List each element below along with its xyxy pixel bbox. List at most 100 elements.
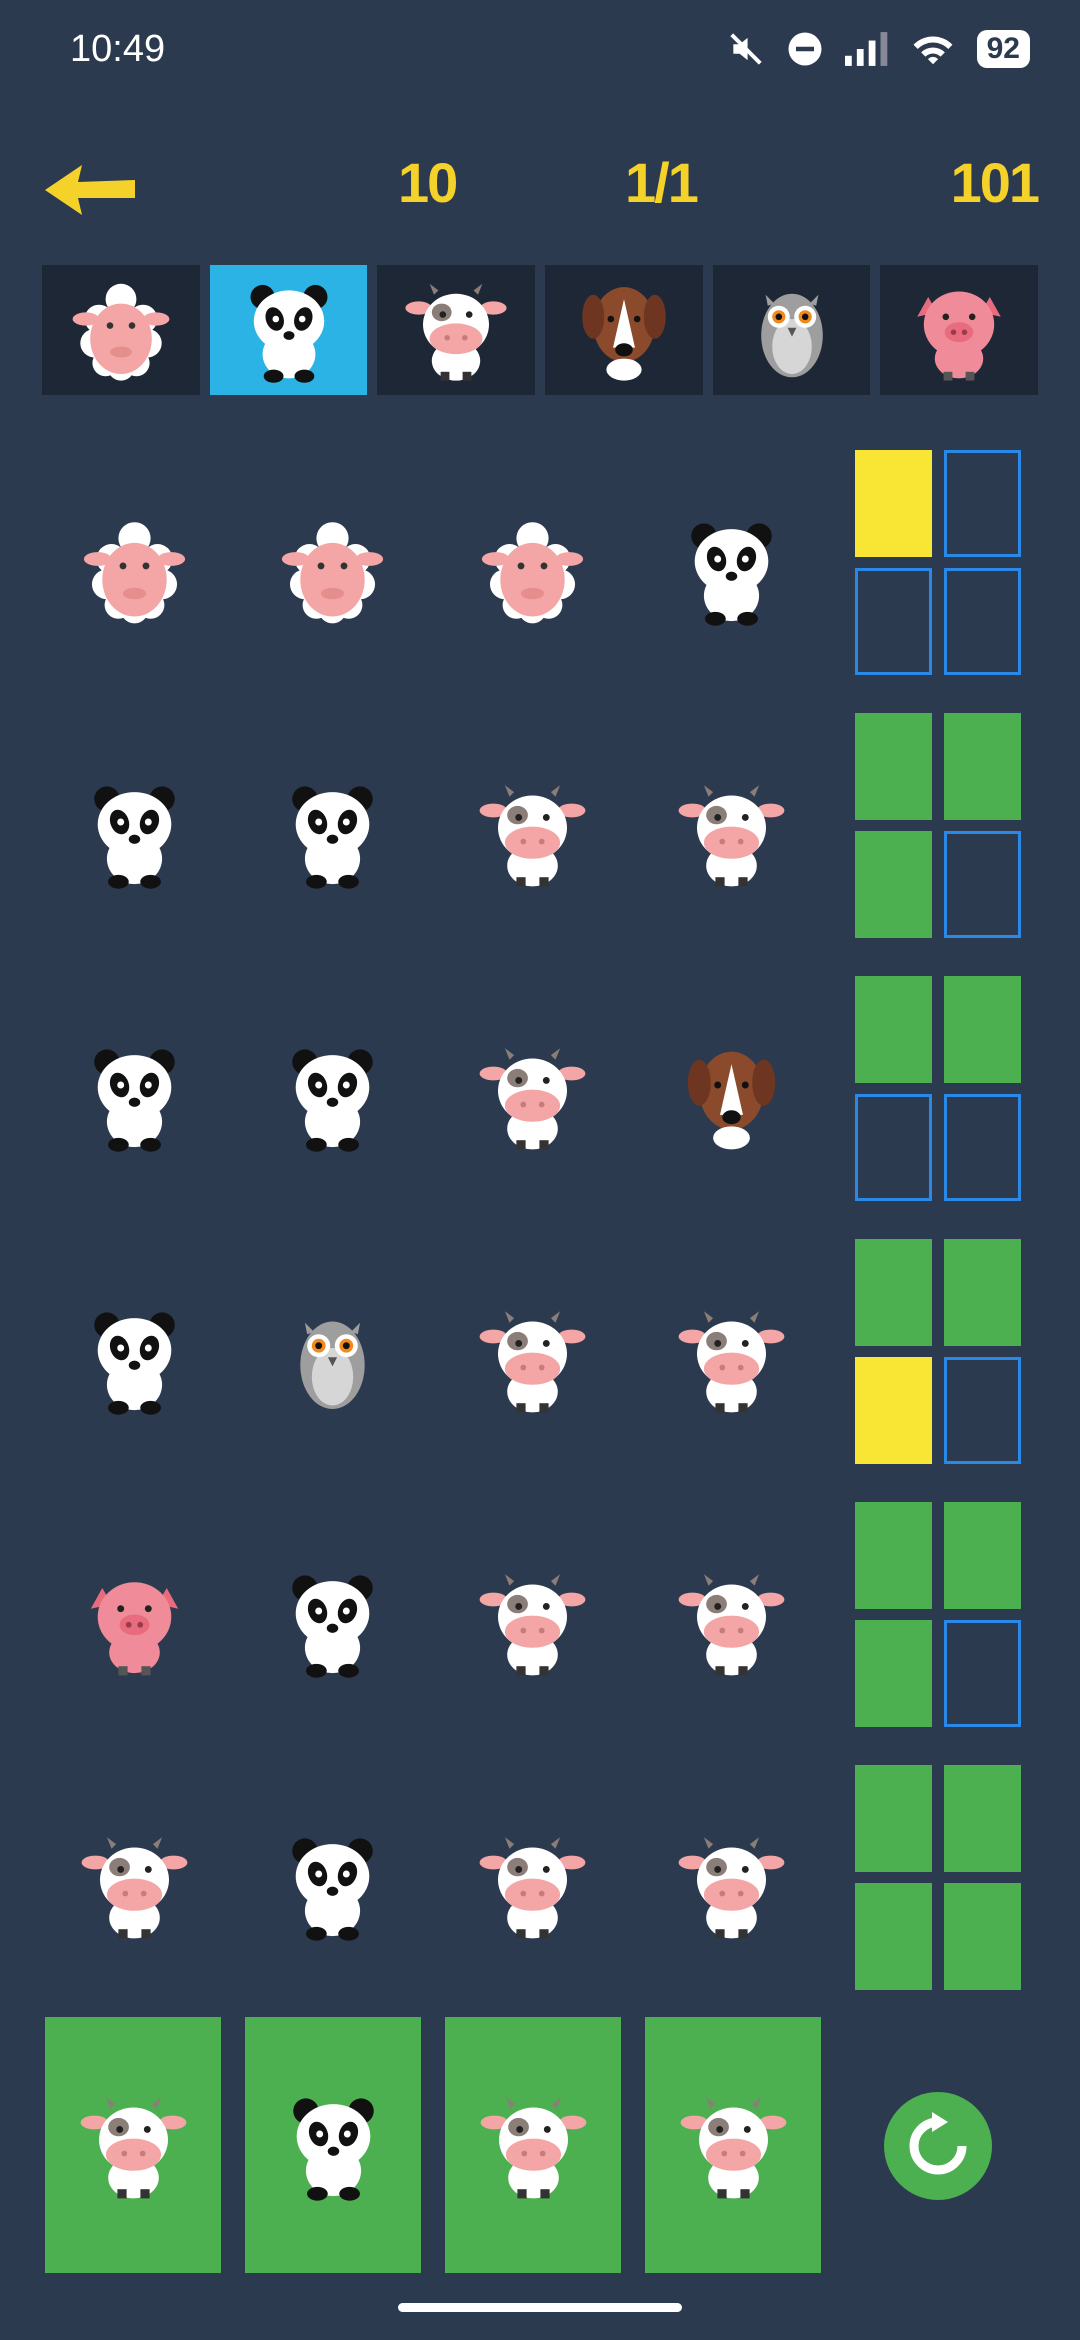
sheep-icon <box>83 521 185 623</box>
animal-option-owl[interactable] <box>712 265 871 395</box>
dog-icon <box>582 287 666 381</box>
guess-cell <box>467 768 597 898</box>
feedback-marker-green <box>855 1765 932 1872</box>
guess-grid <box>34 435 814 1995</box>
current-guess-slot[interactable] <box>245 2017 421 2273</box>
feedback-marker-green <box>944 713 1021 820</box>
owl-icon <box>299 1321 365 1409</box>
status-time: 10:49 <box>70 28 166 70</box>
guess-cell <box>267 1031 397 1161</box>
feedback-marker-empty <box>944 831 1021 938</box>
feedback-marker-green <box>855 713 932 820</box>
panda-icon <box>291 1837 373 1941</box>
guess-cell <box>666 1820 796 1950</box>
cow-icon <box>80 2096 186 2198</box>
feedback-marker-green <box>944 1239 1021 1346</box>
panda-icon <box>93 785 175 889</box>
animal-option-pig[interactable] <box>880 265 1039 395</box>
status-bar: 10:49 92 <box>0 0 1080 110</box>
feedback-marker-green <box>855 1502 932 1609</box>
cow-icon <box>678 1573 784 1675</box>
feedback-marker-empty <box>855 568 932 675</box>
current-guess-slot[interactable] <box>445 2017 621 2273</box>
back-arrow-icon[interactable] <box>40 160 140 220</box>
feedback-marker-green <box>944 976 1021 1083</box>
animal-option-dog[interactable] <box>545 265 703 395</box>
guess-cell <box>267 1294 397 1424</box>
feedback-marker-empty <box>944 568 1021 675</box>
cow-icon <box>678 1310 784 1412</box>
cow-icon <box>480 2096 586 2198</box>
feedback-marker-yellow <box>855 450 932 557</box>
battery-indicator: 92 <box>976 30 1030 68</box>
pig-icon <box>917 291 1001 381</box>
guess-cell <box>467 1294 597 1424</box>
feedback-marker-green <box>855 1620 932 1727</box>
feedback-marker-green <box>855 1883 932 1990</box>
guess-cell <box>69 1820 199 1950</box>
guess-cell <box>467 1820 597 1950</box>
panda-icon <box>291 785 373 889</box>
guess-cell <box>69 1031 199 1161</box>
game-header: 10 1/1 101 <box>0 130 1080 250</box>
feedback-marker-empty <box>944 1620 1021 1727</box>
panda-icon <box>93 1048 175 1152</box>
dog-icon <box>687 1051 775 1149</box>
refresh-button[interactable] <box>884 2092 992 2200</box>
cow-icon <box>479 1836 585 1938</box>
cow-icon <box>479 784 585 886</box>
cow-icon <box>680 2096 786 2198</box>
feedback-marker-empty <box>944 1094 1021 1201</box>
mute-icon <box>729 33 762 65</box>
guess-cell <box>69 505 199 635</box>
guess-cell <box>467 505 597 635</box>
refresh-icon <box>909 2112 967 2175</box>
guess-cell <box>267 1820 397 1950</box>
panda-icon <box>291 1574 373 1678</box>
sheep-icon <box>281 521 383 623</box>
cow-icon <box>405 283 507 381</box>
panda-icon <box>93 1311 175 1415</box>
cow-icon <box>479 1047 585 1149</box>
status-icons: 92 <box>727 30 1030 68</box>
animal-option-panda[interactable] <box>209 265 368 395</box>
owl-icon <box>760 293 823 378</box>
guess-cell <box>69 768 199 898</box>
animal-option-cow[interactable] <box>377 265 536 395</box>
sheep-icon <box>481 521 583 623</box>
cow-icon <box>678 1836 784 1938</box>
guess-cell <box>666 1294 796 1424</box>
cow-icon <box>479 1310 585 1412</box>
guess-cell <box>69 1294 199 1424</box>
panda-icon <box>690 522 772 626</box>
guess-cell <box>467 1031 597 1161</box>
panda-icon <box>292 2097 374 2201</box>
current-guess-slot[interactable] <box>645 2017 821 2273</box>
guess-cell <box>267 1557 397 1687</box>
home-indicator[interactable] <box>398 2303 682 2312</box>
cow-icon <box>678 784 784 886</box>
score-counter: 101 <box>950 151 1040 214</box>
guess-cell <box>666 505 796 635</box>
current-guess-slot[interactable] <box>45 2017 221 2273</box>
dnd-icon <box>788 32 822 66</box>
feedback-marker-empty <box>944 1357 1021 1464</box>
guess-cell <box>666 1557 796 1687</box>
panda-icon <box>250 284 327 383</box>
feedback-marker-green <box>944 1883 1021 1990</box>
animal-selector <box>42 265 1039 395</box>
signal-icon <box>844 32 887 66</box>
feedback-marker-green <box>855 976 932 1083</box>
feedback-marker-green <box>855 1239 932 1346</box>
feedback-marker-green <box>944 1765 1021 1872</box>
pig-icon <box>90 1581 178 1675</box>
moves-counter: 10 <box>398 151 458 214</box>
guess-cell <box>467 1557 597 1687</box>
animal-option-sheep[interactable] <box>42 265 200 395</box>
round-counter: 1/1 <box>625 151 699 214</box>
cow-icon <box>479 1573 585 1675</box>
cow-icon <box>81 1836 187 1938</box>
feedback-marker-green <box>855 831 932 938</box>
guess-cell <box>267 505 397 635</box>
current-guess-row <box>45 2017 825 2273</box>
